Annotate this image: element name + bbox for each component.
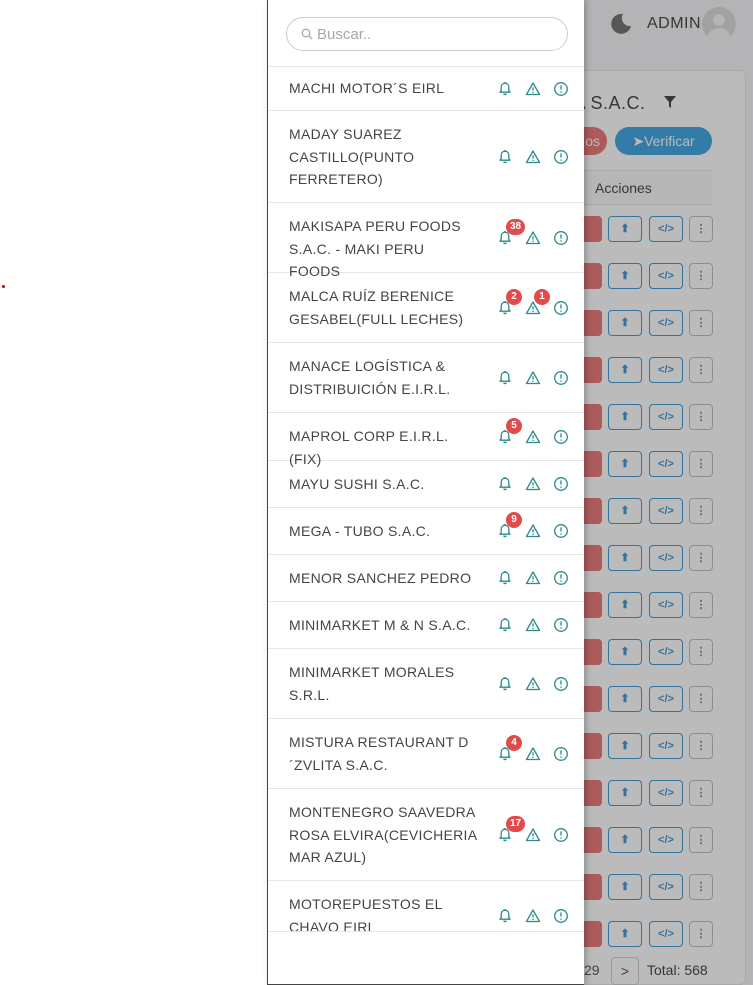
company-list-item[interactable]: MAPROL CORP E.I.R.L. (FIX) 5 xyxy=(268,413,584,467)
bell-icon[interactable] xyxy=(496,148,514,166)
bell-icon[interactable] xyxy=(496,80,514,98)
company-name: MOTOREPUESTOS EL CHAVO EIRL xyxy=(289,896,443,932)
warning-triangle-icon[interactable] xyxy=(524,522,542,540)
warning-triangle-icon[interactable] xyxy=(524,907,542,925)
search-input[interactable] xyxy=(317,18,557,50)
company-list[interactable]: MACHI MOTOR´S EIRL MADAY SUAREZ CASTILLO(… xyxy=(268,66,584,932)
bell-icon[interactable] xyxy=(496,369,514,387)
company-status-icons: 4 xyxy=(496,735,572,763)
page: ADMIN HA S.A.C. os ➤Verificar Acciones ⬆… xyxy=(0,0,753,985)
company-name: MINIMARKET M & N S.A.C. xyxy=(289,617,471,633)
warning-triangle-icon[interactable] xyxy=(524,826,542,844)
company-status-icons xyxy=(496,675,572,693)
bell-icon[interactable] xyxy=(496,675,514,693)
company-status-icons: 9 xyxy=(496,512,572,540)
company-status-icons: 17 xyxy=(496,816,572,844)
company-name: MONTENEGRO SAAVEDRA ROSA ELVIRA(CEVICHER… xyxy=(289,804,477,865)
bell-icon[interactable] xyxy=(496,569,514,587)
company-name: MISTURA RESTAURANT D ´ZVLITA S.A.C. xyxy=(289,734,469,773)
info-circle-icon[interactable] xyxy=(552,80,570,98)
stray-dot xyxy=(2,285,5,288)
info-circle-icon[interactable] xyxy=(552,616,570,634)
warning-triangle-icon[interactable] xyxy=(524,616,542,634)
info-circle-icon[interactable] xyxy=(552,428,570,446)
company-status-icons: 5 xyxy=(496,418,572,446)
notification-count-badge: 38 xyxy=(506,219,526,235)
company-status-icons: 38 xyxy=(496,219,572,247)
search-icon xyxy=(301,28,313,40)
company-list-item[interactable]: MISTURA RESTAURANT D ´ZVLITA S.A.C. 4 xyxy=(268,719,584,789)
company-name: MAYU SUSHI S.A.C. xyxy=(289,476,425,492)
notification-count-badge: 9 xyxy=(506,512,522,528)
notification-count-badge: 5 xyxy=(506,418,522,434)
info-circle-icon[interactable] xyxy=(552,369,570,387)
company-list-item[interactable]: MEGA - TUBO S.A.C. 9 xyxy=(268,508,584,555)
company-name: MACHI MOTOR´S EIRL xyxy=(289,80,445,96)
bell-icon[interactable] xyxy=(496,616,514,634)
company-status-icons xyxy=(496,569,572,587)
warning-triangle-icon[interactable] xyxy=(524,475,542,493)
search-box xyxy=(286,17,568,51)
company-status-icons xyxy=(496,80,572,98)
info-circle-icon[interactable] xyxy=(552,826,570,844)
company-list-item[interactable]: MALCA RUÍZ BERENICE GESABEL(FULL LECHES)… xyxy=(268,273,584,343)
warning-triangle-icon[interactable] xyxy=(524,369,542,387)
notification-count-badge: 2 xyxy=(506,289,522,305)
warning-count-badge: 1 xyxy=(534,289,550,305)
company-list-item[interactable]: MINIMARKET M & N S.A.C. xyxy=(268,602,584,649)
company-status-icons xyxy=(496,148,572,166)
info-circle-icon[interactable] xyxy=(552,569,570,587)
info-circle-icon[interactable] xyxy=(552,522,570,540)
company-name: MENOR SANCHEZ PEDRO xyxy=(289,570,472,586)
company-list-item[interactable]: MANACE LOGÍSTICA & DISTRIBUICIÓN E.I.R.L… xyxy=(268,343,584,413)
company-list-item[interactable]: MAKISAPA PERU FOODS S.A.C. - MAKI PERU F… xyxy=(268,203,584,279)
warning-triangle-icon[interactable] xyxy=(524,745,542,763)
company-list-item[interactable]: MONTENEGRO SAAVEDRA ROSA ELVIRA(CEVICHER… xyxy=(268,789,584,881)
warning-triangle-icon[interactable] xyxy=(524,569,542,587)
info-circle-icon[interactable] xyxy=(552,745,570,763)
company-name: MADAY SUAREZ CASTILLO(PUNTO FERRETERO) xyxy=(289,126,415,187)
info-circle-icon[interactable] xyxy=(552,299,570,317)
company-list-item[interactable]: MADAY SUAREZ CASTILLO(PUNTO FERRETERO) xyxy=(268,111,584,203)
bell-icon[interactable] xyxy=(496,475,514,493)
company-name: MALCA RUÍZ BERENICE GESABEL(FULL LECHES) xyxy=(289,288,464,327)
company-name: MEGA - TUBO S.A.C. xyxy=(289,523,431,539)
company-selector-panel: MACHI MOTOR´S EIRL MADAY SUAREZ CASTILLO(… xyxy=(267,0,584,985)
warning-triangle-icon[interactable] xyxy=(524,229,542,247)
warning-triangle-icon[interactable] xyxy=(524,428,542,446)
company-list-item[interactable]: MAYU SUSHI S.A.C. xyxy=(268,461,584,508)
company-name: MINIMARKET MORALES S.R.L. xyxy=(289,664,455,703)
info-circle-icon[interactable] xyxy=(552,907,570,925)
company-name: MANACE LOGÍSTICA & DISTRIBUICIÓN E.I.R.L… xyxy=(289,358,451,397)
warning-triangle-icon[interactable] xyxy=(524,80,542,98)
company-status-icons xyxy=(496,475,572,493)
company-status-icons xyxy=(496,616,572,634)
info-circle-icon[interactable] xyxy=(552,475,570,493)
info-circle-icon[interactable] xyxy=(552,229,570,247)
info-circle-icon[interactable] xyxy=(552,148,570,166)
warning-triangle-icon[interactable] xyxy=(524,148,542,166)
company-list-item[interactable]: MACHI MOTOR´S EIRL xyxy=(268,67,584,111)
company-status-icons xyxy=(496,369,572,387)
notification-count-badge: 17 xyxy=(506,816,526,832)
notification-count-badge: 4 xyxy=(506,735,522,751)
company-status-icons: 21 xyxy=(496,289,572,317)
warning-triangle-icon[interactable] xyxy=(524,675,542,693)
company-list-item[interactable]: MINIMARKET MORALES S.R.L. xyxy=(268,649,584,719)
bell-icon[interactable] xyxy=(496,907,514,925)
company-list-item[interactable]: MOTOREPUESTOS EL CHAVO EIRL xyxy=(268,881,584,932)
company-status-icons xyxy=(496,907,572,925)
info-circle-icon[interactable] xyxy=(552,675,570,693)
company-list-item[interactable]: MENOR SANCHEZ PEDRO xyxy=(268,555,584,602)
